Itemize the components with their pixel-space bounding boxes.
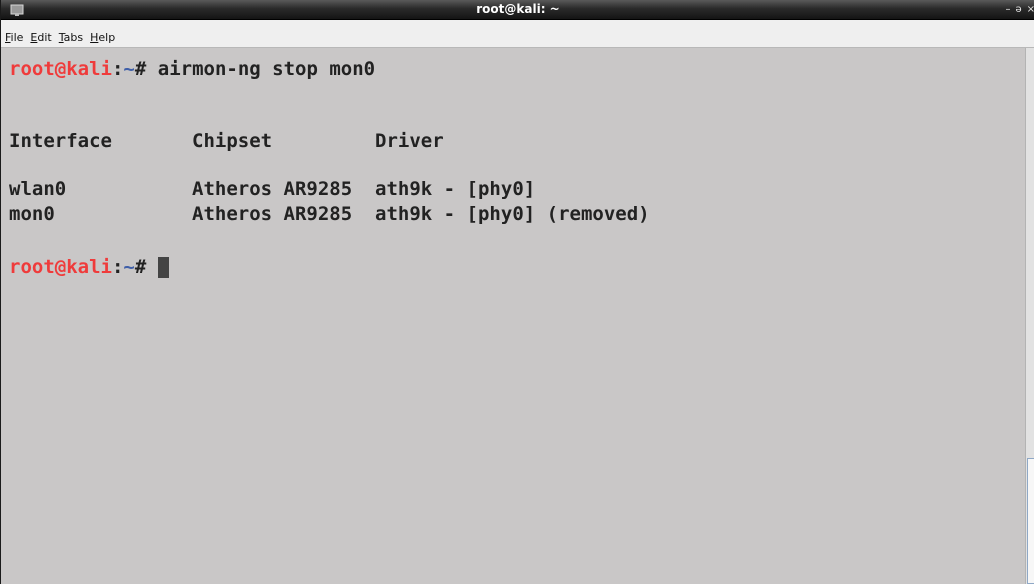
minimize-button[interactable]: –: [1005, 2, 1010, 18]
command-line: root@kali:~# airmon-ng stop mon0: [9, 58, 375, 80]
terminal-window: root@kali: ~ – ə × File Edit Tabs Help r…: [0, 0, 1034, 584]
prompt-separator: :: [111, 256, 124, 278]
output-row: wlan0 Atheros AR9285 ath9k - [phy0]: [9, 178, 536, 200]
current-prompt-line: root@kali:~#: [9, 256, 169, 278]
prompt-user: root@kali: [9, 256, 112, 278]
close-button[interactable]: ×: [1027, 2, 1034, 18]
output-header: Interface Chipset Driver: [9, 130, 444, 152]
menu-file[interactable]: File: [5, 31, 23, 44]
vertical-scrollbar[interactable]: [1025, 48, 1034, 584]
command-text: airmon-ng stop mon0: [157, 58, 376, 80]
prompt-suffix: #: [134, 256, 158, 278]
prompt-path: ~: [123, 256, 135, 278]
maximize-button[interactable]: ə: [1015, 2, 1021, 18]
menu-tabs[interactable]: Tabs: [59, 31, 83, 44]
prompt-user: root@kali: [9, 58, 112, 80]
text-cursor: [157, 257, 169, 278]
scrollbar-thumb[interactable]: [1027, 458, 1034, 584]
prompt-path: ~: [123, 58, 135, 80]
window-controls: – ə ×: [1005, 2, 1034, 18]
prompt-suffix: #: [134, 58, 158, 80]
menu-bar: File Edit Tabs Help: [1, 20, 1034, 48]
prompt-separator: :: [111, 58, 124, 80]
output-row: mon0 Atheros AR9285 ath9k - [phy0] (remo…: [9, 203, 650, 225]
title-bar[interactable]: root@kali: ~ – ə ×: [1, 0, 1034, 20]
menu-edit[interactable]: Edit: [30, 31, 51, 44]
terminal-output[interactable]: root@kali:~# airmon-ng stop mon0 Interfa…: [1, 48, 1026, 584]
window-title: root@kali: ~: [476, 2, 560, 16]
menu-help[interactable]: Help: [90, 31, 115, 44]
